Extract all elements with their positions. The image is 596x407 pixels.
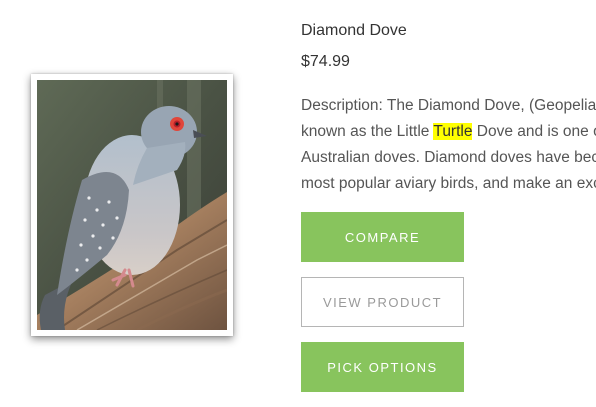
description-text: Australian doves. Diamond doves have bec… xyxy=(301,149,596,166)
description-text: Dove and is one of the smallest xyxy=(476,123,596,140)
view-product-button[interactable]: VIEW PRODUCT xyxy=(301,277,464,327)
description-text: most popular aviary birds, and make an e… xyxy=(301,175,596,192)
product-price: $74.99 xyxy=(301,53,350,70)
description-text: known as the Little xyxy=(301,123,434,140)
product-image-frame[interactable] xyxy=(31,74,233,336)
product-photo xyxy=(37,80,227,330)
description-text: Description: The Diamond Dove, (Geopelia… xyxy=(301,97,596,114)
description-line: known as the Little Turtle Dove and is o… xyxy=(301,119,596,145)
compare-button[interactable]: COMPARE xyxy=(301,212,464,262)
description-line: most popular aviary birds, and make an e… xyxy=(301,171,596,197)
product-title[interactable]: Diamond Dove xyxy=(301,22,407,40)
search-highlight: Turtle xyxy=(433,123,473,140)
description-line: Australian doves. Diamond doves have bec… xyxy=(301,145,596,171)
description-line: Description: The Diamond Dove, (Geopelia… xyxy=(301,93,596,119)
product-description: Description: The Diamond Dove, (Geopelia… xyxy=(301,93,596,197)
pick-options-button[interactable]: PICK OPTIONS xyxy=(301,342,464,392)
